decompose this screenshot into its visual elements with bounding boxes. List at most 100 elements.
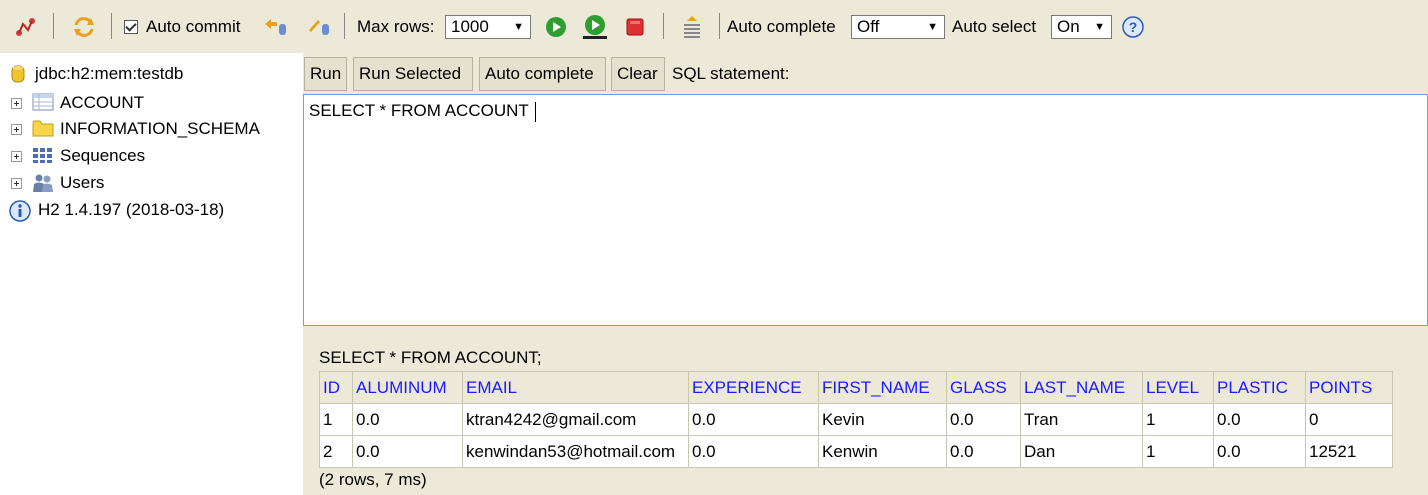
expand-icon[interactable]: [11, 97, 22, 109]
table-cell: 2: [319, 435, 353, 468]
table-cell: 0.0: [688, 435, 819, 468]
column-header[interactable]: LEVEL: [1142, 371, 1214, 404]
table-cell: 0.0: [688, 403, 819, 436]
expand-icon[interactable]: [11, 150, 22, 162]
refresh-icon[interactable]: [72, 0, 96, 53]
table-cell: Tran: [1020, 403, 1143, 436]
disconnect-icon[interactable]: [14, 0, 38, 53]
auto-commit-checkbox[interactable]: Auto commit: [124, 0, 240, 53]
column-header[interactable]: POINTS: [1305, 371, 1393, 404]
run-selected-icon[interactable]: [582, 0, 608, 53]
users-icon: [32, 173, 54, 193]
table-cell: ktran4242@gmail.com: [462, 403, 689, 436]
toolbar-separator: [344, 13, 345, 39]
schema-tree: jdbc:h2:mem:testdb ACCOUNT INFORMATION_S…: [0, 53, 303, 495]
sql-text: SELECT * FROM ACCOUNT: [309, 101, 529, 120]
column-header[interactable]: EXPERIENCE: [688, 371, 819, 404]
info-icon: [9, 200, 33, 222]
column-header[interactable]: ID: [319, 371, 353, 404]
svg-text:?: ?: [1129, 19, 1138, 35]
auto-complete-label: Auto complete: [727, 16, 836, 36]
table-cell: 0.0: [352, 403, 463, 436]
max-rows-group: Max rows:: [357, 0, 434, 53]
result-query-text: SELECT * FROM ACCOUNT;: [319, 348, 542, 367]
run-button[interactable]: Run: [304, 57, 347, 91]
auto-complete-select[interactable]: Off ▼: [851, 14, 945, 39]
table-icon: [32, 93, 54, 113]
toolbar-separator: [53, 13, 54, 39]
history-icon[interactable]: [681, 0, 703, 53]
tree-item-label: INFORMATION_SCHEMA: [60, 119, 260, 138]
expand-icon[interactable]: [11, 123, 22, 135]
toolbar: Auto commit Max rows: 1000 ▼ Auto comple…: [0, 0, 1428, 53]
max-rows-label: Max rows:: [357, 16, 435, 36]
result-summary: (2 rows, 7 ms): [319, 470, 427, 489]
connection-url: jdbc:h2:mem:testdb: [35, 64, 184, 83]
database-icon: [11, 64, 29, 84]
result-table: ID ALUMINUM EMAIL EXPERIENCE FIRST_NAME GLASS…: [319, 371, 1393, 468]
tree-version: H2 1.4.197 (2018-03-18): [9, 197, 224, 223]
toolbar-separator: [719, 13, 720, 39]
table-cell: 1: [319, 403, 353, 436]
max-rows-select[interactable]: 1000 ▼: [445, 14, 531, 39]
table-cell: Kenwin: [818, 435, 947, 468]
tree-item-account[interactable]: ACCOUNT: [0, 90, 144, 116]
tree-item-information-schema[interactable]: INFORMATION_SCHEMA: [0, 116, 260, 142]
auto-select-select[interactable]: On ▼: [1051, 14, 1112, 39]
auto-select-value: On: [1057, 16, 1080, 36]
checkbox-checked[interactable]: [124, 19, 138, 34]
tree-item-users[interactable]: Users: [0, 170, 104, 196]
column-header[interactable]: ALUMINUM: [352, 371, 463, 404]
table-cell: 0.0: [1213, 435, 1306, 468]
table-cell: Kevin: [818, 403, 947, 436]
query-bar: Run Run Selected Auto complete Clear SQL…: [303, 53, 1428, 94]
caret-down-icon: ▼: [513, 20, 524, 33]
table-header-row: ID ALUMINUM EMAIL EXPERIENCE FIRST_NAME GLASS…: [319, 371, 1393, 404]
caret-down-icon: ▼: [927, 20, 938, 33]
auto-complete-button[interactable]: Auto complete: [479, 57, 606, 91]
auto-complete-group: Auto complete: [727, 0, 836, 53]
sql-statement-label: SQL statement:: [672, 64, 790, 83]
auto-select-wrapper: On ▼: [1051, 0, 1112, 53]
column-header[interactable]: EMAIL: [462, 371, 689, 404]
column-header[interactable]: LAST_NAME: [1020, 371, 1143, 404]
auto-complete-wrapper: Off ▼: [851, 0, 945, 53]
table-cell: 0: [1305, 403, 1393, 436]
caret-down-icon: ▼: [1094, 20, 1105, 33]
auto-select-group: Auto select: [952, 0, 1036, 53]
table-cell: 1: [1142, 435, 1214, 468]
folder-icon: [32, 119, 54, 139]
results-panel: SELECT * FROM ACCOUNT; ID ALUMINUM EMAIL EX…: [303, 326, 1428, 495]
clear-button[interactable]: Clear: [611, 57, 665, 91]
max-rows-value: 1000: [451, 16, 489, 36]
table-row: 1 0.0 ktran4242@gmail.com 0.0 Kevin 0.0 Tran 1 0…: [319, 403, 1393, 436]
expand-icon[interactable]: [11, 177, 22, 189]
table-cell: 0.0: [352, 435, 463, 468]
auto-complete-value: Off: [857, 16, 880, 36]
commit-icon[interactable]: [262, 0, 288, 53]
run-icon[interactable]: [545, 0, 567, 53]
table-cell: kenwindan53@hotmail.com: [462, 435, 689, 468]
auto-commit-label: Auto commit: [146, 16, 241, 36]
tree-item-sequences[interactable]: Sequences: [0, 143, 145, 169]
column-header[interactable]: GLASS: [946, 371, 1021, 404]
help-icon[interactable]: ?: [1122, 0, 1144, 53]
stop-icon[interactable]: [625, 0, 645, 53]
table-cell: 0.0: [1213, 403, 1306, 436]
tree-item-label: ACCOUNT: [60, 93, 145, 112]
column-header[interactable]: FIRST_NAME: [818, 371, 947, 404]
table-cell: Dan: [1020, 435, 1143, 468]
sql-editor[interactable]: SELECT * FROM ACCOUNT: [303, 94, 1428, 326]
table-cell: 0.0: [946, 435, 1021, 468]
tree-item-label: Users: [60, 173, 105, 192]
sql-editor-text[interactable]: SELECT * FROM ACCOUNT: [309, 101, 536, 122]
column-header[interactable]: PLASTIC: [1213, 371, 1306, 404]
table-cell: 12521: [1305, 435, 1393, 468]
max-rows-wrapper: 1000 ▼: [445, 0, 531, 53]
tree-connection[interactable]: jdbc:h2:mem:testdb: [11, 61, 183, 87]
tree-item-label: Sequences: [60, 146, 146, 165]
run-selected-button[interactable]: Run Selected: [353, 57, 473, 91]
toolbar-separator: [111, 13, 112, 39]
table-cell: 1: [1142, 403, 1214, 436]
rollback-icon[interactable]: [306, 0, 332, 53]
